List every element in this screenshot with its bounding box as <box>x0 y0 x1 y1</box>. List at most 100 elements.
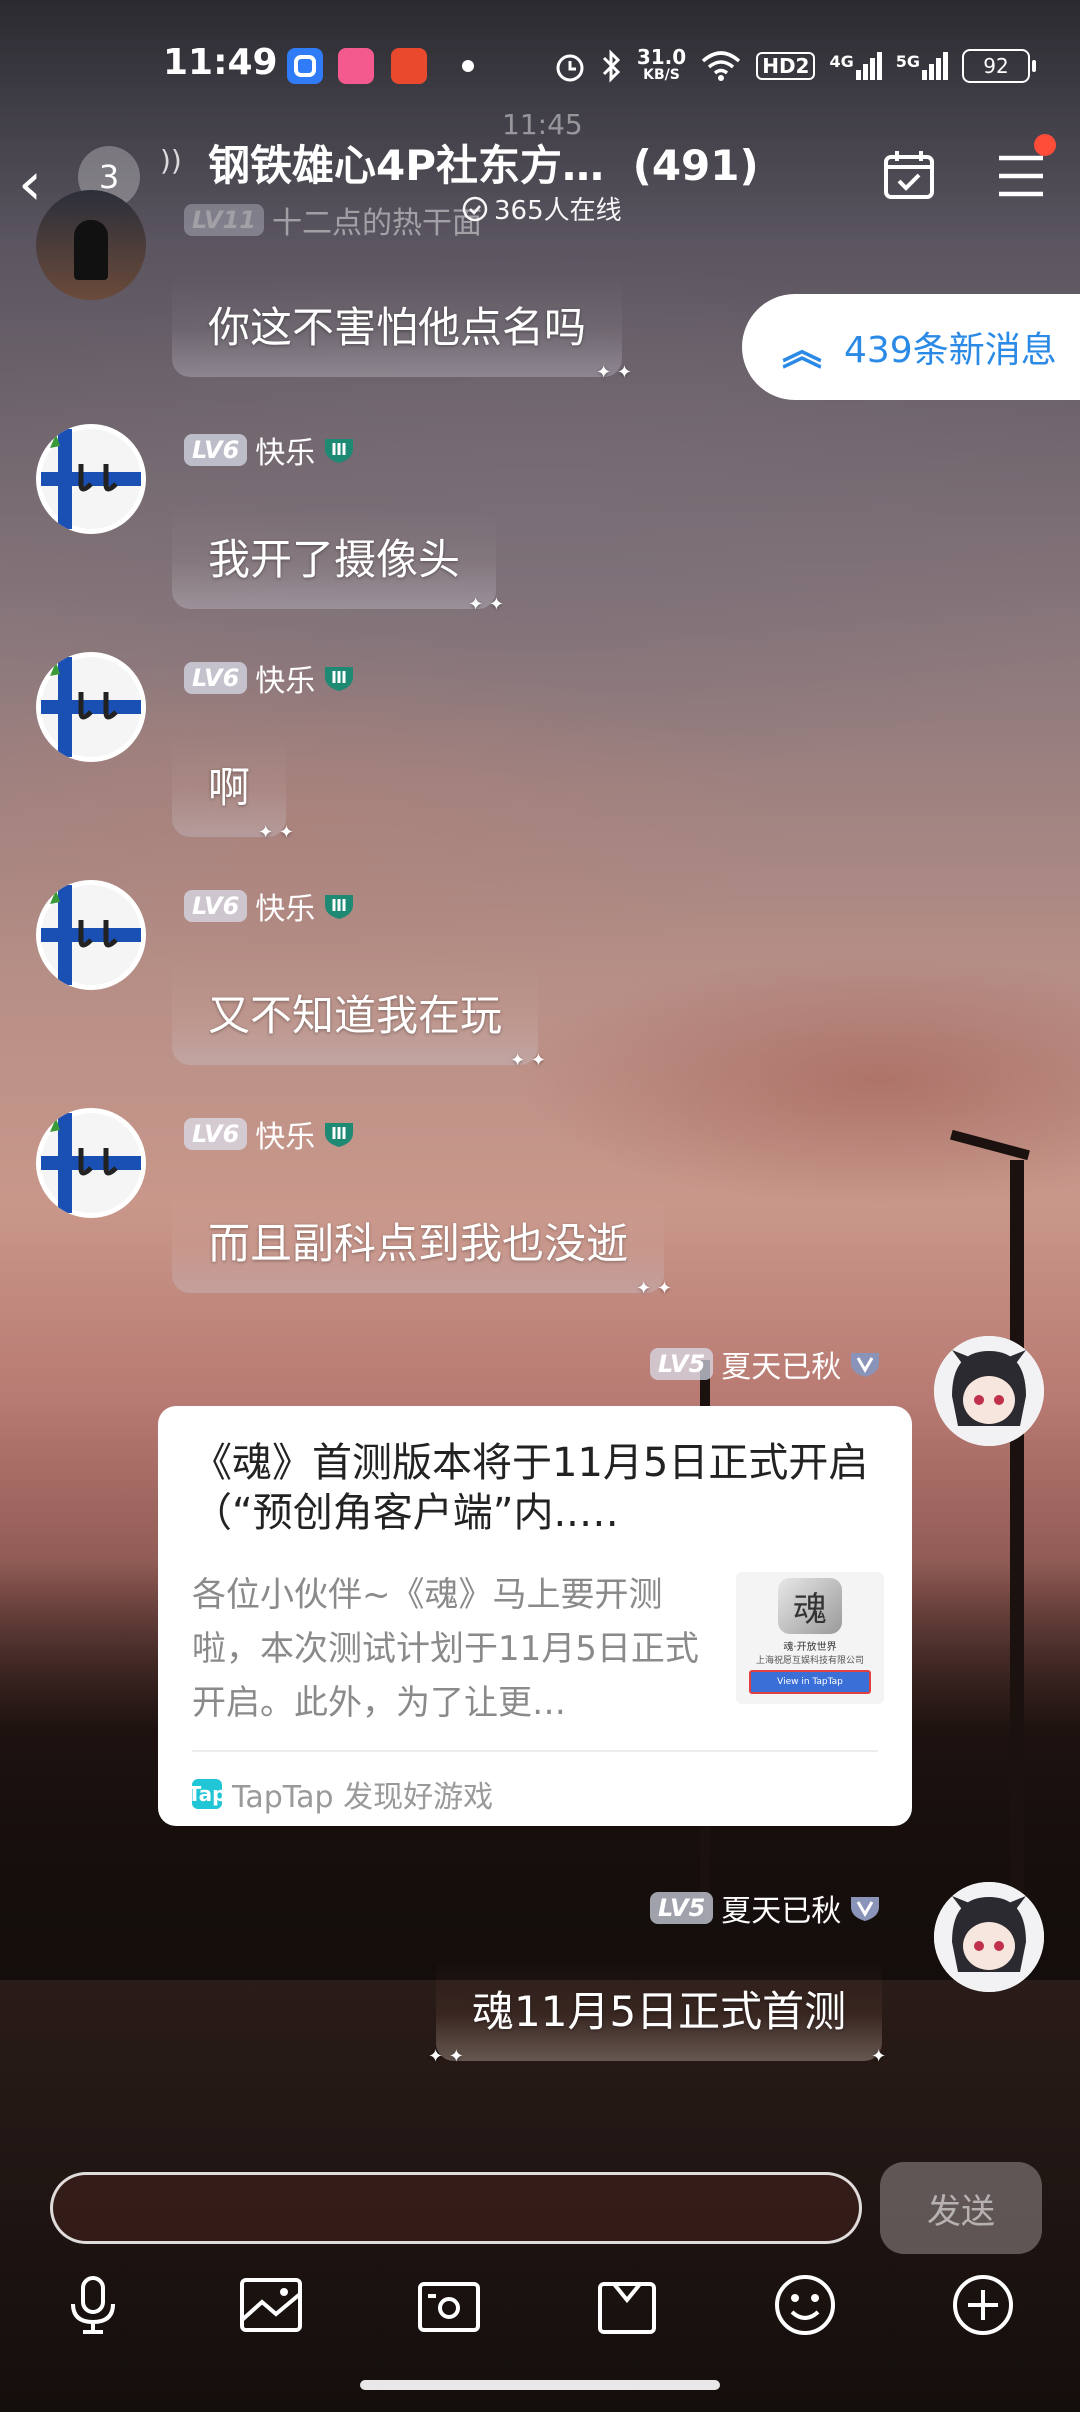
card-thumbnail: 魂 魂·开放世界 上海祝愿互娱科技有限公司 View in TapTap <box>736 1572 884 1704</box>
net-speed-value: 31.0 <box>636 45 687 69</box>
card-source-label: TapTap 发现好游戏 <box>232 1780 494 1815</box>
v-badge-icon <box>851 1353 880 1377</box>
ear-icon: )) <box>160 144 182 177</box>
message-text: 啊 <box>208 763 251 812</box>
sender-name[interactable]: 夏天已秋 <box>721 1886 841 1930</box>
finland-ball-avatar <box>41 657 141 757</box>
status-right-group: 31.0 KB/S HD2 4G 5G 92 <box>553 44 1036 88</box>
level-badge: LV5 <box>650 1348 714 1380</box>
message-text: 又不知道我在玩 <box>208 991 503 1040</box>
shield-badge-icon <box>325 895 354 919</box>
sender-name[interactable]: 快乐 <box>255 428 315 472</box>
signal-4g-label: 4G <box>829 52 854 71</box>
avatar[interactable] <box>36 190 146 300</box>
finland-ball-avatar <box>41 429 141 529</box>
level-badge: LV6 <box>184 1118 248 1150</box>
group-name: 钢铁雄心4P社东方… <box>208 141 605 190</box>
net-speed: 31.0 KB/S <box>636 45 687 84</box>
chat-header: ‹ 3 )) 钢铁雄心4P社东方… (491) 11:45 365人在线 <box>0 108 1080 240</box>
message-text: 而且副科点到我也没逝 <box>208 1219 629 1268</box>
new-messages-button[interactable]: ︽ 439条新消息 <box>742 294 1080 400</box>
message-text: 魂11月5日正式首测 <box>472 1987 847 2036</box>
avatar[interactable] <box>36 1108 146 1218</box>
send-button[interactable]: 发送 <box>880 2162 1042 2254</box>
alarm-icon <box>556 54 584 82</box>
microphone-icon[interactable] <box>58 2270 128 2340</box>
avatar[interactable] <box>36 880 146 990</box>
level-badge: LV6 <box>184 434 248 466</box>
sender-meta: LV6 快乐 <box>184 1112 355 1156</box>
sparkle-decoration: ✦ ✦ <box>636 1278 673 1299</box>
thumb-button: View in TapTap <box>749 1670 871 1694</box>
card-source: Tap TapTap 发现好游戏 <box>188 1772 494 1816</box>
sparkle-decoration: ✦ ✦ <box>596 362 633 383</box>
sender-name[interactable]: 快乐 <box>255 884 315 928</box>
ghost-timestamp: 11:45 <box>502 108 583 141</box>
member-count: (491) <box>632 141 759 190</box>
input-toolbar <box>0 2270 1080 2360</box>
sender-meta: LV6 快乐 <box>184 656 355 700</box>
v-badge-icon <box>851 1897 880 1921</box>
sender-name[interactable]: 夏天已秋 <box>721 1342 841 1386</box>
signal-5g-label: 5G <box>895 52 920 71</box>
card-divider <box>192 1750 878 1752</box>
thumb-company: 上海祝愿互娱科技有限公司 <box>755 1656 864 1666</box>
emoji-icon[interactable] <box>770 2270 840 2340</box>
new-messages-label: 439条新消息 <box>844 330 1057 371</box>
message-input[interactable] <box>50 2172 862 2244</box>
sparkle-decoration: ✦ ✦ <box>468 594 505 615</box>
level-badge: LV6 <box>184 662 248 694</box>
page-title[interactable]: 钢铁雄心4P社东方… (491) <box>208 132 759 193</box>
calendar-check-icon[interactable] <box>882 148 936 202</box>
sparkle-decoration: ✦ ✦ <box>258 822 295 843</box>
image-icon[interactable] <box>236 2270 306 2340</box>
sender-meta: LV6 快乐 <box>184 884 355 928</box>
status-time: 11:49 <box>163 42 278 83</box>
avatar[interactable] <box>36 424 146 534</box>
bilibili-icon <box>338 48 374 84</box>
plus-icon[interactable] <box>948 2270 1018 2340</box>
online-text: 365人在线 <box>494 196 622 226</box>
message-bubble[interactable]: 又不知道我在玩 ✦ ✦ <box>172 960 546 1071</box>
message-text: 我开了摄像头 <box>208 535 461 584</box>
signal-5g-icon: 5G <box>896 52 948 80</box>
hd-badge: HD2 <box>756 52 816 80</box>
anime-avatar <box>934 1882 1044 1992</box>
net-speed-unit: KB/S <box>643 67 680 83</box>
gift-icon[interactable] <box>592 2270 662 2340</box>
home-indicator[interactable] <box>360 2380 720 2390</box>
avatar[interactable] <box>36 652 146 762</box>
chevron-left-icon[interactable]: ‹ <box>18 154 42 214</box>
message-text: 你这不害怕他点名吗 <box>208 303 587 352</box>
card-title: 《魂》首测版本将于11月5日正式开启（“预创角客户端”内..… <box>192 1440 869 1536</box>
menu-icon[interactable] <box>996 154 1046 198</box>
avatar[interactable] <box>934 1336 1044 1446</box>
message-bubble[interactable]: 啊 ✦ ✦ <box>172 732 294 843</box>
notification-dot <box>462 60 474 72</box>
sparkle-decoration: ✦ ✦ <box>428 2046 464 2067</box>
sender-name[interactable]: 快乐 <box>255 1112 315 1156</box>
link-share-card[interactable]: 《魂》首测版本将于11月5日正式开启（“预创角客户端”内..… 各位小伙伴~《魂… <box>158 1406 912 1826</box>
level-badge: LV6 <box>184 890 248 922</box>
app-blue-icon <box>287 48 323 84</box>
sender-name[interactable]: 十二点的热干面 <box>272 198 482 242</box>
taptap-icon: Tap <box>188 1779 226 1809</box>
sender-name[interactable]: 快乐 <box>255 656 315 700</box>
level-badge: LV5 <box>650 1892 714 1924</box>
battery-level: 92 <box>983 54 1009 78</box>
sparkle-decoration: ✦ ✦ <box>510 1050 547 1071</box>
message-bubble[interactable]: 你这不害怕他点名吗 ✦ ✦ <box>172 272 632 383</box>
finland-ball-avatar <box>41 885 141 985</box>
game-logo-icon: 魂 <box>778 1578 842 1634</box>
thumb-caption: 魂·开放世界 <box>783 1642 837 1653</box>
sender-meta: LV11 十二点的热干面 <box>184 198 482 242</box>
signal-4g-icon: 4G <box>829 52 882 80</box>
avatar[interactable] <box>934 1882 1044 1992</box>
sender-meta: LV5 夏天已秋 <box>650 1342 881 1386</box>
message-bubble[interactable]: 魂11月5日正式首测 ✦ ✦ ✦ <box>428 1956 886 2067</box>
message-bubble[interactable]: 我开了摄像头 ✦ ✦ <box>172 504 504 615</box>
message-bubble[interactable]: 而且副科点到我也没逝 ✦ ✦ <box>172 1188 672 1299</box>
finland-ball-avatar <box>41 1113 141 1213</box>
shield-badge-icon <box>325 439 354 463</box>
camera-icon[interactable] <box>414 2270 484 2340</box>
